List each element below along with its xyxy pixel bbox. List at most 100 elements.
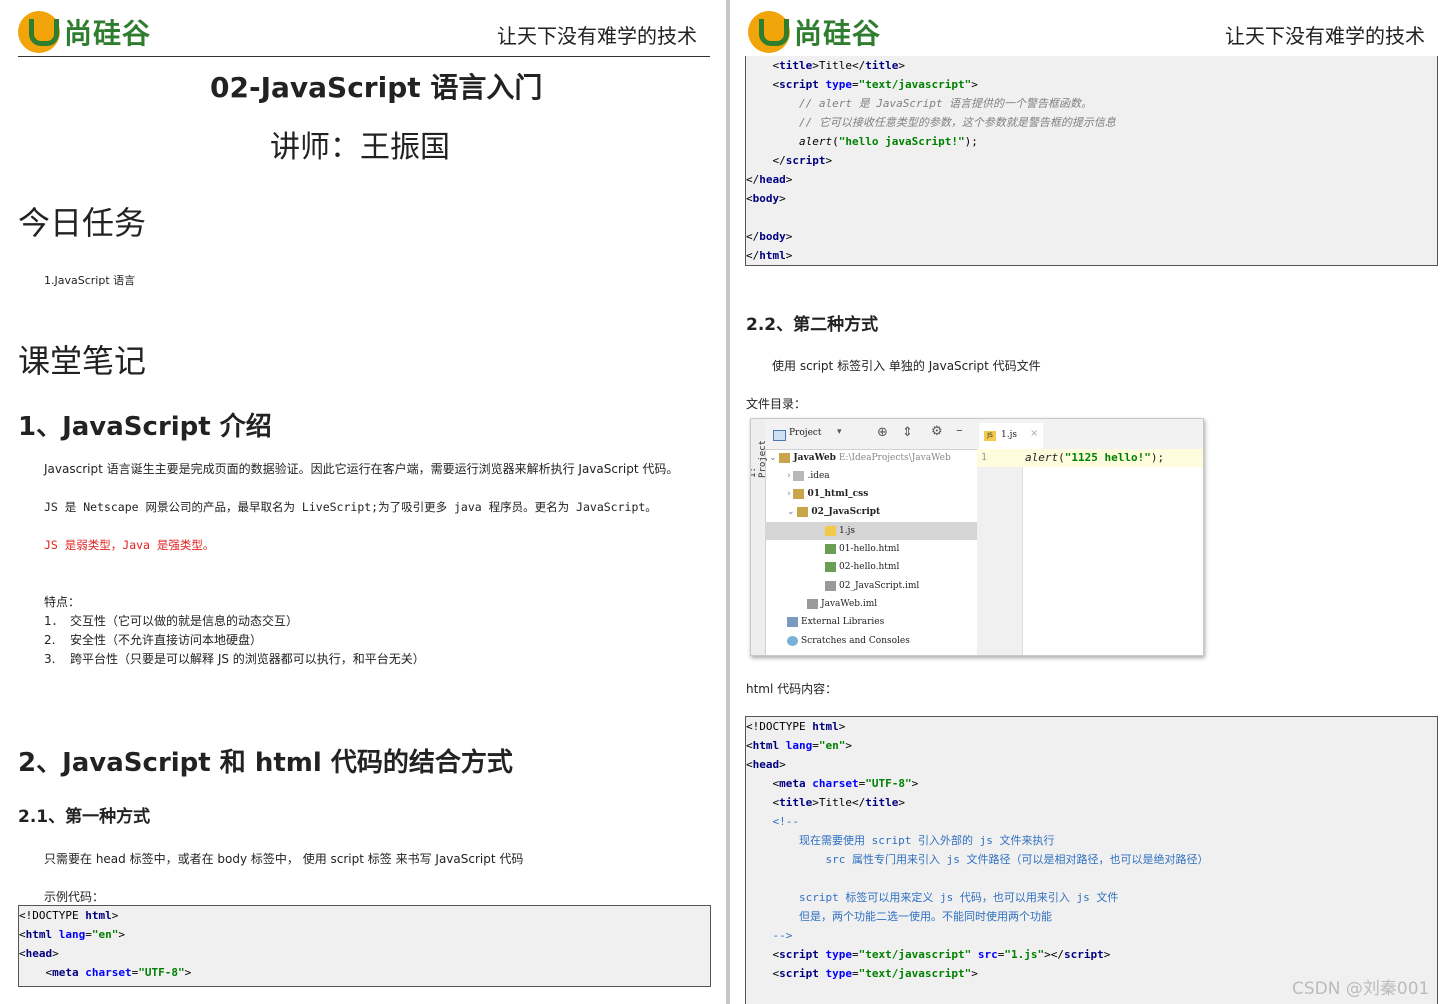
tree-item[interactable]: JavaWeb.iml [765, 595, 977, 613]
brand-logo: 尚硅谷 [18, 8, 151, 56]
code-line: <title>Title</title> [746, 796, 905, 809]
section21-paragraph: 只需要在 head 标签中，或者在 body 标签中， 使用 script 标签… [44, 852, 524, 866]
editor-code-line[interactable]: alert("1125 hello!"); [1025, 451, 1164, 464]
code-line: </script> [746, 154, 833, 167]
document-page-right: 尚硅谷 让天下没有难学的技术 <title>Title</title> <scr… [730, 0, 1455, 1004]
code-line: <!DOCTYPE html> [746, 720, 846, 733]
code-line: <head> [746, 758, 786, 771]
tree-item[interactable]: › .idea [765, 467, 977, 485]
code-line: <meta charset="UTF-8"> [19, 966, 192, 979]
tree-item[interactable]: ⌄ JavaWeb E:\IdeaProjects\JavaWeb [765, 449, 977, 467]
logo-u-icon [18, 11, 60, 53]
feature-number: 1． [44, 614, 64, 628]
section22-paragraph: 使用 script 标签引入 单独的 JavaScript 代码文件 [772, 359, 1041, 373]
logo-u-icon [748, 11, 790, 53]
folder-icon [793, 470, 805, 481]
code-comment: // 它可以接收任意类型的参数，这个参数就是警告框的提示信息 [798, 116, 1116, 129]
ide-project-label[interactable]: Project [789, 428, 822, 438]
html-file-icon [825, 543, 836, 554]
html-file-icon [825, 561, 836, 572]
code-comment: 现在需要使用 script 引入外部的 js 文件来执行 [798, 834, 1055, 847]
code-line: </body> [746, 230, 793, 243]
scratches-icon [787, 635, 798, 646]
feature-text: 跨平台性（只要是可以解释 JS 的浏览器都可以执行，和平台无关） [70, 652, 425, 666]
ide-editor-tabs: JS 1.js × [977, 419, 1203, 452]
code-line: <html lang="en"> [19, 928, 125, 941]
heading-section-2-1: 2.1、第一种方式 [18, 807, 151, 827]
feature-number: 3. [44, 652, 56, 666]
tree-item[interactable]: External Libraries [765, 613, 977, 631]
code-line: <script type="text/javascript" src="1.js… [746, 948, 1111, 961]
tree-item-selected[interactable]: 1.js [765, 522, 977, 540]
feature-item: 3. 跨平台性（只要是可以解释 JS 的浏览器都可以执行，和平台无关） [44, 650, 425, 667]
code-line: <html lang="en"> [746, 739, 852, 752]
code-line: <script type="text/javascript"> [746, 78, 978, 91]
ide-project-toolbar: Project ▾ ⊕ ⇕ ⚙ – [765, 419, 977, 450]
today-task-item: 1.JavaScript 语言 [44, 274, 136, 287]
code-line: </html> [746, 249, 793, 262]
logo-text: 尚硅谷 [64, 17, 152, 50]
watermark: CSDN @刘秦001 [1292, 979, 1430, 999]
header-divider [18, 56, 710, 57]
heading-section-2: 2、JavaScript 和 html 代码的结合方式 [18, 748, 513, 778]
heading-class-notes: 课堂笔记 [18, 342, 147, 380]
section1-paragraph-2: JS 是 Netscape 网景公司的产品，最早取名为 LiveScript;为… [44, 500, 657, 514]
crosshair-icon[interactable]: ⊕ [877, 425, 888, 440]
code-comment: // alert 是 JavaScript 语言提供的一个警告框函数。 [798, 97, 1093, 110]
example-code-label: 示例代码： [44, 890, 105, 904]
chevron-down-icon[interactable]: ▾ [837, 427, 842, 437]
tree-item[interactable]: 01-hello.html [765, 540, 977, 558]
code-comment: --> [772, 929, 793, 942]
tree-item[interactable]: ⌄ 02_JavaScript [765, 503, 977, 521]
js-file-icon [825, 525, 836, 536]
heading-section-2-2: 2.2、第二种方式 [746, 315, 879, 335]
feature-item: 2. 安全性（不允许直接访问本地硬盘） [44, 631, 262, 648]
features-label: 特点： [44, 595, 81, 609]
code-line: <title>Title</title> [746, 59, 905, 72]
tab-1js[interactable]: JS 1.js × [979, 423, 1043, 452]
code-line: </head> [746, 173, 793, 186]
code-comment: src 属性专门用来引入 js 文件路径（可以是相对路径，也可以是绝对路径） [825, 853, 1209, 866]
header-slogan: 让天下没有难学的技术 [497, 24, 697, 48]
feature-text: 安全性（不允许直接访问本地硬盘） [70, 633, 263, 647]
folder-icon [793, 488, 805, 499]
document-title: 02-JavaScript 语言入门 [210, 71, 543, 104]
tree-item[interactable]: 02-hello.html [765, 558, 977, 576]
brand-logo: 尚硅谷 [748, 8, 881, 56]
minimize-icon[interactable]: – [956, 423, 963, 438]
tree-item[interactable]: 02_JavaScript.iml [765, 577, 977, 595]
code-comment: 但是，两个功能二选一使用。不能同时使用两个功能 [798, 910, 1052, 923]
logo-text: 尚硅谷 [794, 17, 882, 50]
project-tree: ⌄ JavaWeb E:\IdeaProjects\JavaWeb › .ide… [765, 449, 977, 655]
tree-item[interactable]: › 01_html_css [765, 485, 977, 503]
close-icon[interactable]: × [1030, 428, 1038, 439]
section1-paragraph-1: Javascript 语言诞生主要是完成页面的数据验证。因此它运行在客户端，需要… [44, 462, 679, 476]
code-comment: <!-- [772, 815, 800, 828]
code-comment: script 标签可以用来定义 js 代码，也可以用来引入 js 文件 [798, 891, 1119, 904]
heading-section-1: 1、JavaScript 介绍 [18, 412, 272, 442]
document-page-left: 尚硅谷 让天下没有难学的技术 02-JavaScript 语言入门 讲师：王振国… [0, 0, 726, 1004]
tree-item[interactable]: Scratches and Consoles [765, 632, 977, 650]
project-folder-icon [773, 430, 786, 441]
html-code-label: html 代码内容： [746, 682, 838, 696]
header-slogan: 让天下没有难学的技术 [1225, 24, 1425, 48]
code-line: <body> [746, 192, 786, 205]
folder-icon [779, 452, 791, 463]
iml-file-icon [807, 598, 818, 609]
code-line: alert("hello javaScript!"); [798, 135, 978, 148]
section1-paragraph-3: JS 是弱类型，Java 是强类型。 [44, 538, 215, 552]
code-line: <meta charset="UTF-8"> [746, 777, 919, 790]
feature-number: 2. [44, 633, 56, 647]
line-number: 1 [981, 452, 988, 463]
collapse-icon[interactable]: ⇕ [902, 425, 913, 440]
ide-screenshot: 1: Project Project ▾ ⊕ ⇕ ⚙ – JS 1.js × ⌄… [750, 418, 1204, 656]
folder-icon [797, 506, 809, 517]
heading-today-task: 今日任务 [18, 204, 147, 242]
file-directory-label: 文件目录： [746, 397, 807, 411]
code-line: <script type="text/javascript"> [746, 967, 978, 980]
code-block-2: <!DOCTYPE html> <html lang="en"> <head> … [745, 716, 1438, 1004]
feature-item: 1． 交互性（它可以做的就是信息的动态交互） [44, 612, 298, 629]
code-line: <!DOCTYPE html> [19, 909, 119, 922]
gear-icon[interactable]: ⚙ [931, 424, 943, 439]
js-file-icon: JS [984, 431, 996, 441]
